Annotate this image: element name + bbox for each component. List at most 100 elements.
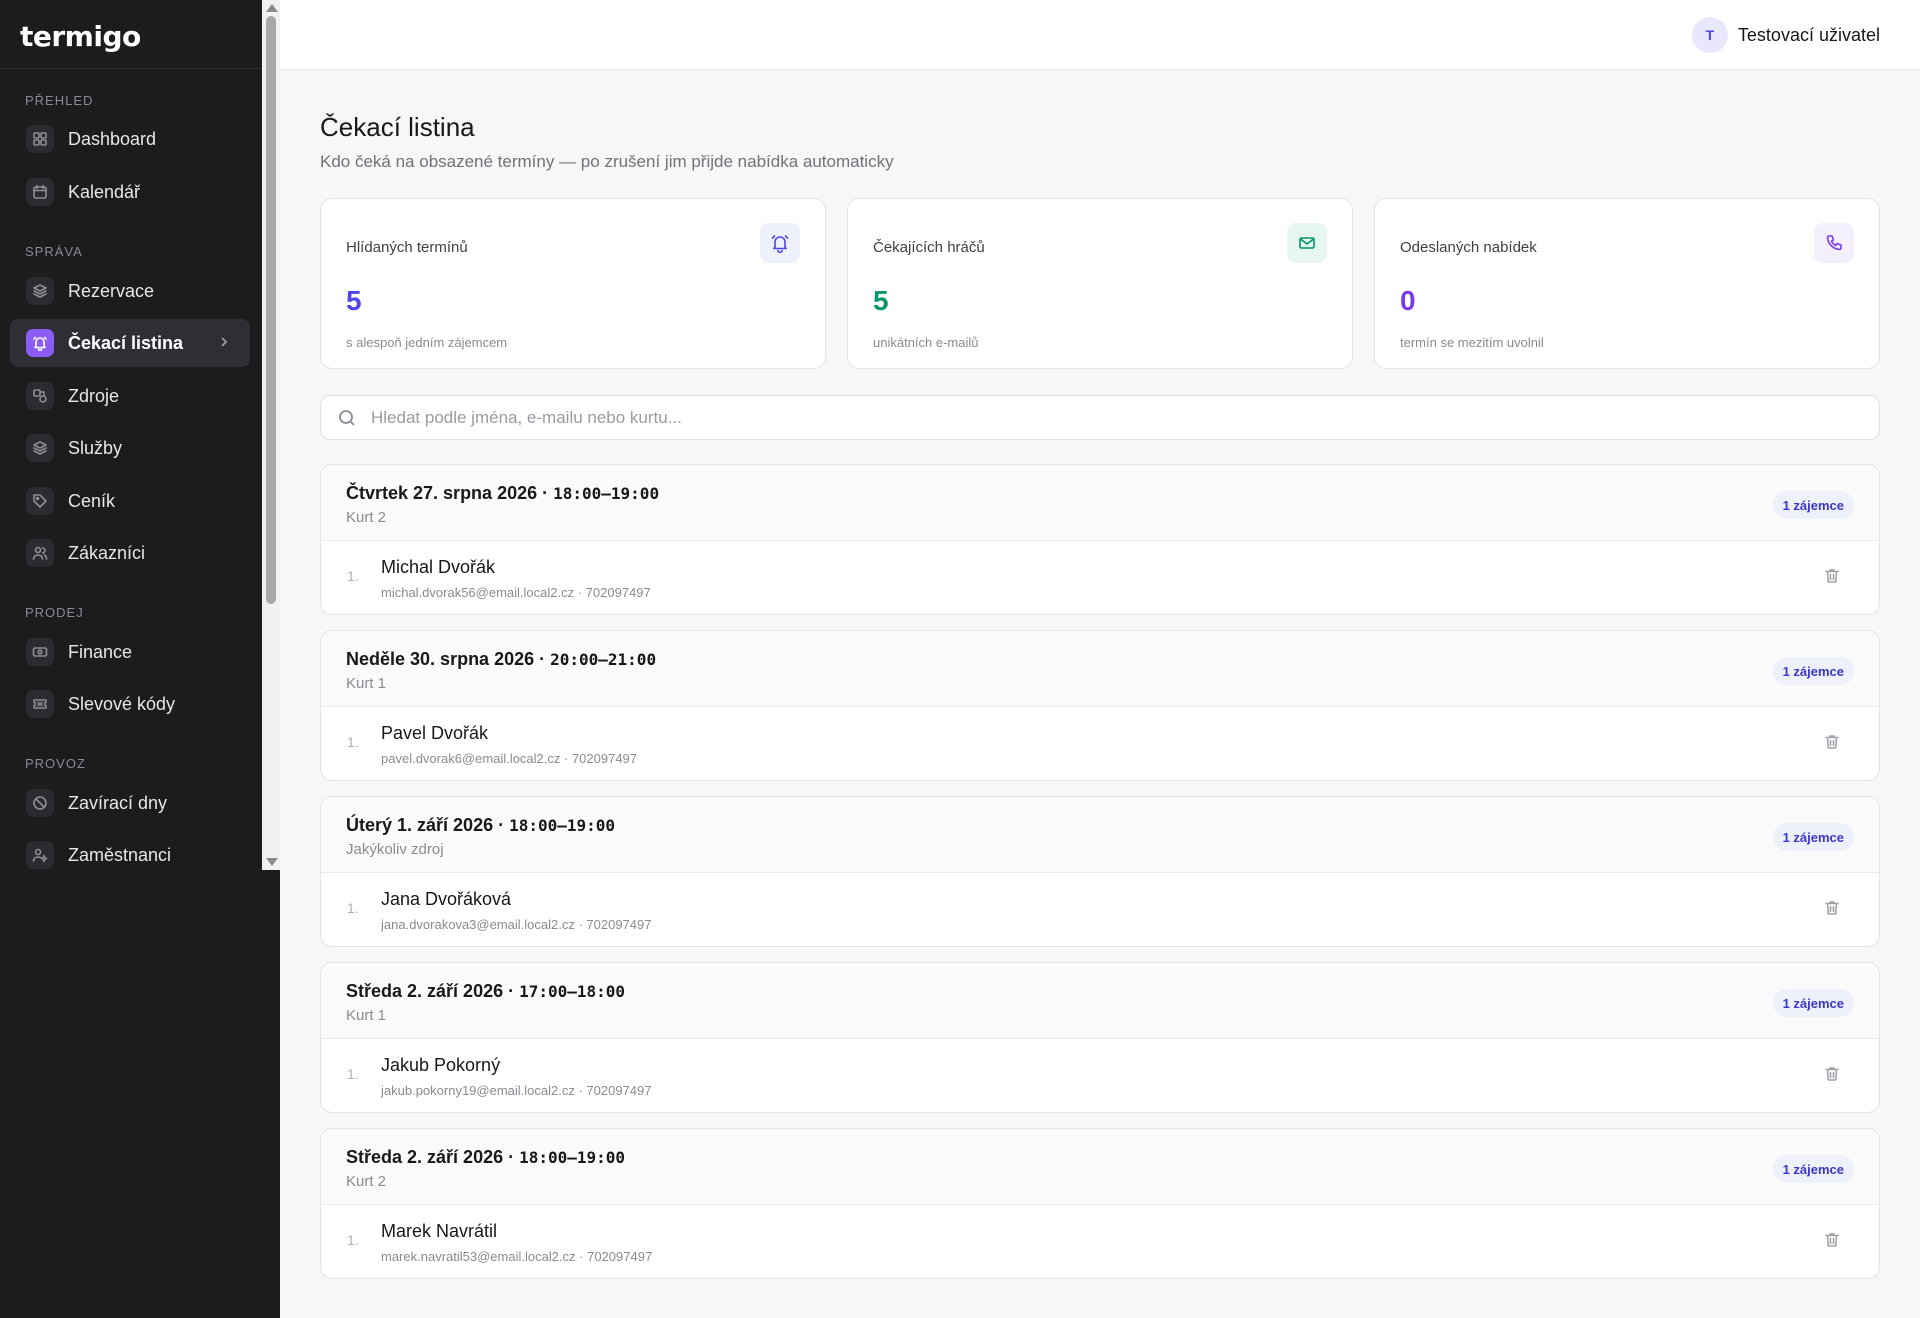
stat-value: 0 — [1400, 285, 1416, 316]
waitlist-slot-card: Středa 2. září 2026 · 18:00–19:00 Kurt 2… — [320, 1128, 1880, 1279]
slot-time: 20:00–21:00 — [550, 650, 657, 669]
layers-icon — [26, 277, 54, 305]
stat-value: 5 — [346, 285, 362, 316]
sidebar-item-services[interactable]: Služby — [10, 424, 250, 472]
sidebar: termigo PŘEHLED Dashboard Kalendář SPRÁV… — [0, 0, 280, 1318]
section-label-provoz: PROVOZ — [25, 756, 86, 771]
entry-name: Marek Navrátil — [381, 1221, 498, 1241]
calendar-icon — [26, 178, 54, 206]
avatar: T — [1691, 17, 1728, 53]
slot-header: Středa 2. září 2026 · 17:00–18:00 Kurt 1… — [321, 963, 1879, 1039]
delete-entry-button[interactable] — [1823, 733, 1843, 753]
sidebar-item-employees[interactable]: Zaměstnanci — [10, 831, 250, 870]
slot-date: Středa 2. září 2026 · 18:00–19:00 — [346, 1147, 625, 1168]
sidebar-item-discount-codes[interactable]: Slevové kódy — [10, 680, 250, 728]
slot-date-text: Středa 2. září 2026 · — [346, 1147, 520, 1167]
sidebar-item-pricing[interactable]: Ceník — [10, 477, 250, 525]
phone-icon — [1814, 223, 1854, 263]
page-title: Čekací listina — [320, 112, 475, 142]
sidebar-scrollbar[interactable] — [262, 0, 280, 870]
waitlist-entry: 1. Marek Navrátil marek.navratil53@email… — [321, 1205, 1879, 1278]
sidebar-item-label: Zavírací dny — [68, 792, 168, 813]
stat-value: 5 — [873, 285, 889, 316]
entry-position: 1. — [347, 734, 359, 750]
scroll-thumb[interactable] — [266, 16, 276, 604]
search-input[interactable] — [371, 407, 1821, 428]
sidebar-item-reservations[interactable]: Rezervace — [10, 267, 250, 315]
entry-position: 1. — [347, 568, 359, 584]
search-bar[interactable] — [320, 395, 1880, 440]
slot-time: 18:00–19:00 — [509, 816, 616, 835]
slot-time: 18:00–19:00 — [553, 484, 660, 503]
sidebar-item-finance[interactable]: Finance — [10, 628, 250, 676]
trash-icon — [1825, 1067, 1839, 1081]
interest-count-badge: 1 zájemce — [1772, 989, 1854, 1017]
entry-name: Pavel Dvořák — [381, 723, 489, 743]
slot-date: Čtvrtek 27. srpna 2026 · 18:00–19:00 — [346, 483, 659, 504]
entry-position: 1. — [347, 1066, 359, 1082]
interest-count-badge: 1 zájemce — [1772, 657, 1854, 685]
stat-card-sent-offers: Odeslaných nabídek 0 termín se mezitím u… — [1374, 198, 1880, 369]
tag-icon — [26, 487, 54, 515]
stat-description: termín se mezitím uvolnil — [1400, 335, 1544, 350]
stat-description: unikátních e-mailů — [873, 335, 979, 350]
sidebar-divider — [0, 68, 262, 69]
user-cog-icon — [26, 841, 54, 869]
waitlist-slot-card: Čtvrtek 27. srpna 2026 · 18:00–19:00 Kur… — [320, 464, 1880, 615]
delete-entry-button[interactable] — [1823, 1065, 1843, 1085]
sidebar-item-label: Rezervace — [68, 280, 155, 301]
slot-resource: Kurt 1 — [346, 1007, 387, 1024]
sidebar-item-calendar[interactable]: Kalendář — [10, 168, 250, 216]
slot-date: Neděle 30. srpna 2026 · 20:00–21:00 — [346, 649, 656, 670]
sidebar-item-label: Služby — [68, 437, 123, 458]
stat-label: Odeslaných nabídek — [1400, 239, 1537, 256]
slot-date-text: Neděle 30. srpna 2026 · — [346, 649, 551, 669]
entry-contact: michal.dvorak56@email.local2.cz · 702097… — [381, 585, 651, 600]
slot-time: 18:00–19:00 — [519, 1148, 626, 1167]
delete-entry-button[interactable] — [1823, 567, 1843, 587]
waitlist-entry: 1. Michal Dvořák michal.dvorak56@email.l… — [321, 541, 1879, 614]
user-menu[interactable]: T Testovací uživatel — [1691, 17, 1880, 53]
entry-name: Jakub Pokorný — [381, 1055, 501, 1075]
sidebar-item-label: Slevové kódy — [68, 693, 176, 714]
layers-icon — [26, 434, 54, 462]
interest-count-badge: 1 zájemce — [1772, 823, 1854, 851]
topbar: T Testovací uživatel — [280, 0, 1920, 70]
stat-description: s alespoň jedním zájemcem — [346, 335, 508, 350]
delete-entry-button[interactable] — [1823, 1231, 1843, 1251]
section-label-prodej: PRODEJ — [25, 605, 84, 620]
sidebar-item-label: Ceník — [68, 490, 116, 511]
sidebar-item-label: Dashboard — [68, 128, 157, 149]
sidebar-item-label: Kalendář — [68, 181, 141, 202]
sidebar-item-label: Zaměstnanci — [68, 844, 172, 865]
delete-entry-button[interactable] — [1823, 899, 1843, 919]
resources-icon — [26, 382, 54, 410]
scroll-up-arrow-icon[interactable] — [266, 4, 278, 12]
slot-date: Středa 2. září 2026 · 17:00–18:00 — [346, 981, 625, 1002]
trash-icon — [1825, 901, 1839, 915]
entry-contact: marek.navratil53@email.local2.cz · 70209… — [381, 1249, 653, 1264]
sidebar-item-waitlist[interactable]: Čekací listina — [10, 319, 250, 367]
app-logo[interactable]: termigo — [20, 20, 141, 53]
scroll-down-arrow-icon[interactable] — [266, 858, 278, 866]
trash-icon — [1825, 1233, 1839, 1247]
banknote-icon — [26, 638, 54, 666]
sidebar-nav: termigo PŘEHLED Dashboard Kalendář SPRÁV… — [0, 0, 262, 870]
slot-resource: Jakýkoliv zdroj — [346, 841, 444, 858]
stat-card-watched-slots: Hlídaných termínů 5 s alespoň jedním záj… — [320, 198, 826, 369]
search-icon — [339, 409, 355, 426]
entry-position: 1. — [347, 1232, 359, 1248]
entry-name: Jana Dvořáková — [381, 889, 512, 909]
sidebar-item-closing-days[interactable]: Zavírací dny — [10, 779, 250, 827]
slot-resource: Kurt 2 — [346, 509, 387, 526]
slot-time: 17:00–18:00 — [519, 982, 626, 1001]
sidebar-item-resources[interactable]: Zdroje — [10, 372, 250, 420]
stat-label: Čekajících hráčů — [873, 239, 985, 256]
entry-contact: jana.dvorakova3@email.local2.cz · 702097… — [381, 917, 652, 932]
waitlist-entry: 1. Jakub Pokorný jakub.pokorny19@email.l… — [321, 1039, 1879, 1112]
slot-header: Středa 2. září 2026 · 18:00–19:00 Kurt 2… — [321, 1129, 1879, 1205]
slot-date: Úterý 1. září 2026 · 18:00–19:00 — [346, 815, 615, 836]
bell-icon — [26, 329, 54, 357]
sidebar-item-dashboard[interactable]: Dashboard — [10, 115, 250, 163]
sidebar-item-customers[interactable]: Zákazníci — [10, 529, 250, 577]
